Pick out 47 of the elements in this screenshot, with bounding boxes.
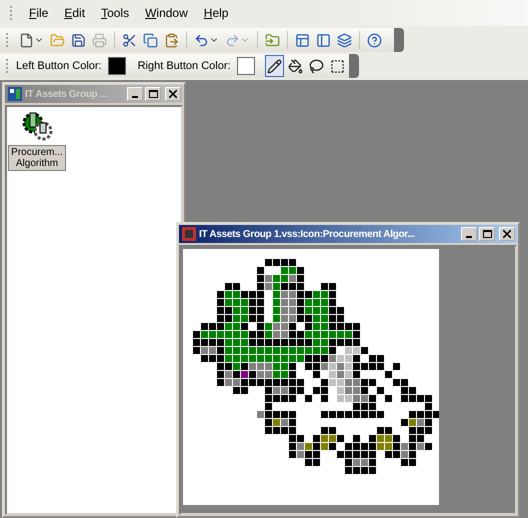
folder-icon [50, 32, 65, 48]
lasso-icon [308, 58, 324, 74]
printer-icon [92, 32, 107, 48]
menu-item[interactable]: Window [139, 4, 194, 22]
stencil-icon [7, 86, 23, 102]
undo-icon [194, 32, 209, 48]
gears-icon [21, 111, 53, 141]
icon-editor-icon [181, 226, 197, 242]
rectangle-select-icon [330, 58, 345, 74]
toolbar-overflow-button[interactable] [348, 54, 359, 78]
maximize-button[interactable] [145, 87, 161, 101]
folder-icon [265, 32, 280, 48]
new-file-icon [19, 32, 34, 48]
window-title: IT Assets Group 1.vss:Icon:Procurement Algor... [199, 228, 416, 240]
menu-item[interactable]: File [23, 4, 54, 22]
left-color-swatch[interactable] [108, 57, 126, 75]
copy-icon [143, 32, 158, 48]
toolbar-overflow-button[interactable] [394, 28, 404, 52]
minimize-button[interactable] [461, 227, 477, 241]
left-color-label: Left Button Color: [16, 60, 102, 72]
close-button[interactable] [499, 227, 515, 241]
shape-label: Procurem... Algorithm [8, 145, 66, 171]
redo-icon [225, 32, 240, 48]
windows-icon [337, 32, 352, 48]
close-icon [169, 90, 177, 98]
window-icon [295, 32, 310, 48]
maximize-icon [482, 230, 492, 238]
help-icon [367, 32, 382, 48]
right-color-swatch[interactable] [236, 57, 255, 75]
menu-item[interactable]: Edit [58, 4, 92, 22]
scissors-icon [122, 32, 137, 48]
paste-icon [164, 32, 179, 48]
maximize-button[interactable] [479, 227, 495, 241]
menu-item[interactable]: Tools [95, 4, 136, 22]
window-icon [316, 32, 331, 48]
menu-item[interactable]: Help [198, 4, 234, 22]
window-title: IT Assets Group ... [25, 88, 108, 100]
close-button[interactable] [165, 87, 181, 101]
paint-bucket-icon [288, 58, 303, 74]
icon-canvas[interactable] [183, 249, 439, 505]
maximize-icon [148, 90, 158, 98]
save-icon [71, 32, 86, 48]
tool-button[interactable] [264, 55, 284, 77]
close-icon [503, 230, 511, 238]
pencil-icon [266, 58, 282, 74]
minimize-button[interactable] [127, 87, 143, 101]
right-color-label: Right Button Color: [138, 60, 231, 72]
